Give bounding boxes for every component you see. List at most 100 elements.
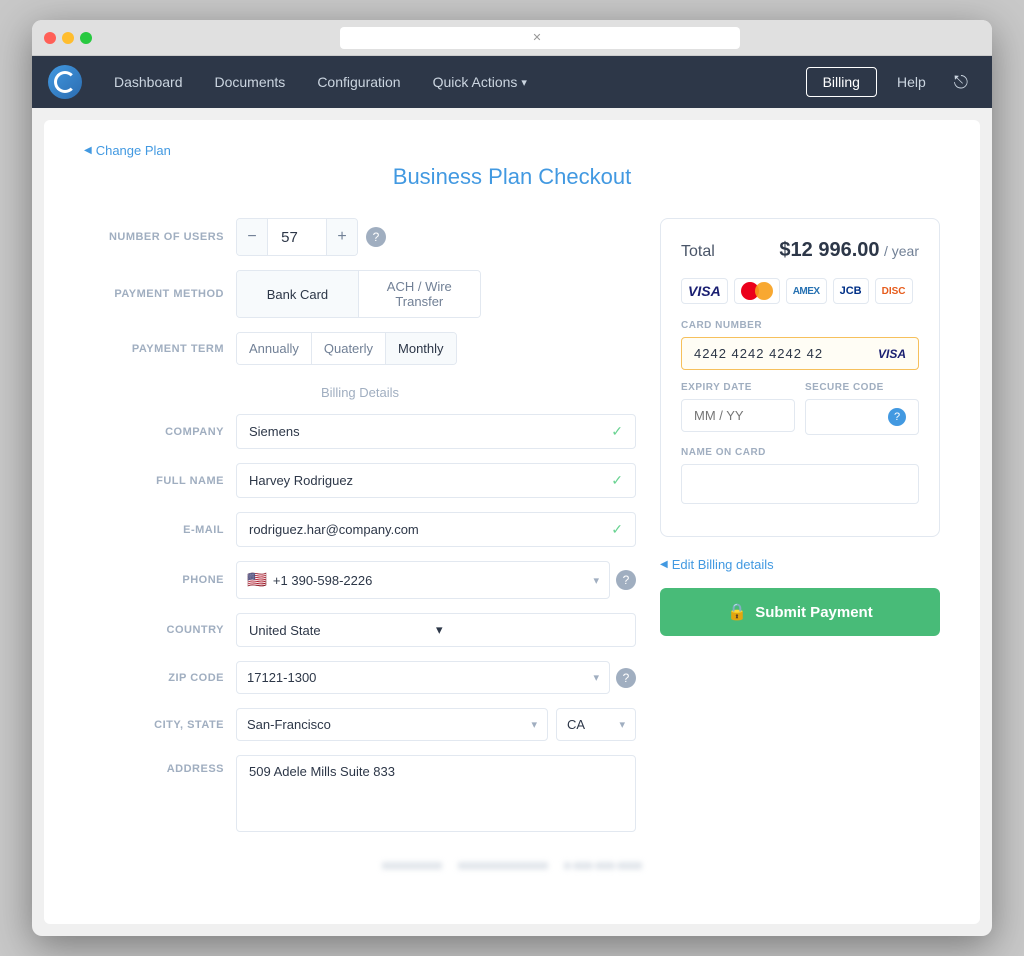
country-control: United State ▾ [236,613,636,647]
payment-term-control: Annually Quaterly Monthly [236,332,636,365]
minimize-button[interactable] [62,32,74,44]
fullname-control: ✓ [236,463,636,498]
zip-control: ▾ ? [236,661,636,694]
footer-item-2: xxxxxxxxxxxxxxx [458,858,548,872]
page-title: Business Plan Checkout [84,164,940,190]
state-input[interactable] [567,717,615,732]
expiry-group: EXPIRY DATE [681,382,795,435]
company-label: COMPANY [84,426,224,438]
company-input[interactable] [249,424,605,439]
annually-button[interactable]: Annually [237,333,312,364]
address-row: ADDRESS 509 Adele Mills Suite 833 [84,755,636,832]
url-bar: ✕ [340,27,740,49]
payment-method-group: Bank Card ACH / Wire Transfer [236,270,481,318]
email-label: E-MAIL [84,524,224,536]
billing-section-title: Billing Details [84,385,636,400]
email-checkmark-icon: ✓ [611,521,623,538]
city-input[interactable] [247,717,527,732]
zip-wrap: ▾ ? [236,661,636,694]
phone-help-icon[interactable]: ? [616,570,636,590]
visa-text: VISA [688,283,721,299]
payment-method-label: PAYMENT METHOD [84,288,224,300]
billing-button[interactable]: Billing [806,67,877,97]
close-button[interactable] [44,32,56,44]
users-input[interactable] [267,219,327,255]
ach-wire-button[interactable]: ACH / Wire Transfer [359,271,480,317]
fullname-row: FULL NAME ✓ [84,463,636,498]
submit-payment-button[interactable]: 🔒 Submit Payment [660,588,940,636]
phone-chevron-icon[interactable]: ▾ [593,574,599,587]
traffic-lights [44,32,92,44]
bank-card-button[interactable]: Bank Card [237,271,359,317]
app-logo [48,65,82,99]
nav-quick-actions[interactable]: Quick Actions ▾ [417,56,543,108]
logout-icon[interactable]: ⎋ [946,68,976,97]
users-help-icon[interactable]: ? [366,227,386,247]
country-row: COUNTRY United State ▾ [84,613,636,647]
country-dropdown[interactable]: United State ▾ [236,613,636,647]
phone-row: PHONE 🇺🇸 ▾ ? [84,561,636,599]
city-state-label: CITY, STATE [84,719,224,731]
maximize-button[interactable] [80,32,92,44]
visa-logo: VISA [681,278,728,304]
zip-field: ▾ [236,661,610,694]
mastercard-logo [734,278,780,304]
nav-configuration[interactable]: Configuration [301,56,416,108]
zip-input[interactable] [247,670,589,685]
phone-control: 🇺🇸 ▾ ? [236,561,636,599]
city-state-row: CITY, STATE ▾ ▾ [84,708,636,741]
card-number-input[interactable] [694,346,870,361]
app-window: ✕ Dashboard Documents Configuration Quic… [32,20,992,936]
nav-dashboard[interactable]: Dashboard [98,56,199,108]
phone-input[interactable] [273,573,590,588]
fullname-input-wrap: ✓ [236,463,636,498]
fullname-label: FULL NAME [84,475,224,487]
city-chevron-icon[interactable]: ▾ [531,718,537,731]
total-amount: $12 996.00 [779,239,879,261]
card-logos: VISA AMEX JCB [681,278,919,304]
name-on-card-input[interactable] [694,474,906,489]
state-field: ▾ [556,708,636,741]
card-number-wrap: VISA [681,337,919,370]
jcb-logo: JCB [833,278,869,304]
secure-help-icon[interactable]: ? [888,408,906,426]
payment-term-label: PAYMENT TERM [84,343,224,355]
address-wrap: 509 Adele Mills Suite 833 [236,755,636,832]
nav-documents[interactable]: Documents [199,56,302,108]
users-decrement-button[interactable]: − [237,219,267,255]
quarterly-button[interactable]: Quaterly [312,333,386,364]
amex-logo: AMEX [786,278,827,304]
address-input[interactable]: 509 Adele Mills Suite 833 [249,764,623,818]
email-row: E-MAIL ✓ [84,512,636,547]
help-link[interactable]: Help [885,74,938,90]
main-content: Change Plan Business Plan Checkout NUMBE… [44,120,980,924]
footer-bar: xxxxxxxxxx xxxxxxxxxxxxxxx x-xxx-xxx-xxx… [84,846,940,884]
users-label: NUMBER OF USERS [84,231,224,243]
discover-logo: DISC [875,278,913,304]
zip-chevron-icon[interactable]: ▾ [593,671,599,684]
email-input-wrap: ✓ [236,512,636,547]
expiry-label: EXPIRY DATE [681,382,795,393]
card-number-group: CARD NUMBER VISA [681,320,919,370]
zip-help-icon[interactable]: ? [616,668,636,688]
expiry-input[interactable] [694,408,782,423]
country-chevron-icon: ▾ [436,622,623,638]
company-control: ✓ [236,414,636,449]
name-on-card-label: NAME ON CARD [681,447,919,458]
zip-label: ZIP CODE [84,672,224,684]
state-chevron-icon[interactable]: ▾ [619,718,625,731]
monthly-button[interactable]: Monthly [386,333,456,364]
email-input[interactable] [249,522,605,537]
lock-icon: 🔒 [727,602,747,622]
back-link[interactable]: Change Plan [84,143,171,158]
phone-wrap: 🇺🇸 ▾ ? [236,561,636,599]
phone-flag-icon: 🇺🇸 [247,570,267,590]
form-content: NUMBER OF USERS − + ? PAYMENT METHOD [84,218,940,846]
secure-input[interactable] [818,410,888,425]
left-panel: NUMBER OF USERS − + ? PAYMENT METHOD [84,218,636,846]
name-on-card-wrap [681,464,919,504]
fullname-input[interactable] [249,473,605,488]
secure-group: SECURE CODE ? [805,382,919,435]
users-increment-button[interactable]: + [327,219,357,255]
edit-billing-link[interactable]: Edit Billing details [660,557,774,572]
